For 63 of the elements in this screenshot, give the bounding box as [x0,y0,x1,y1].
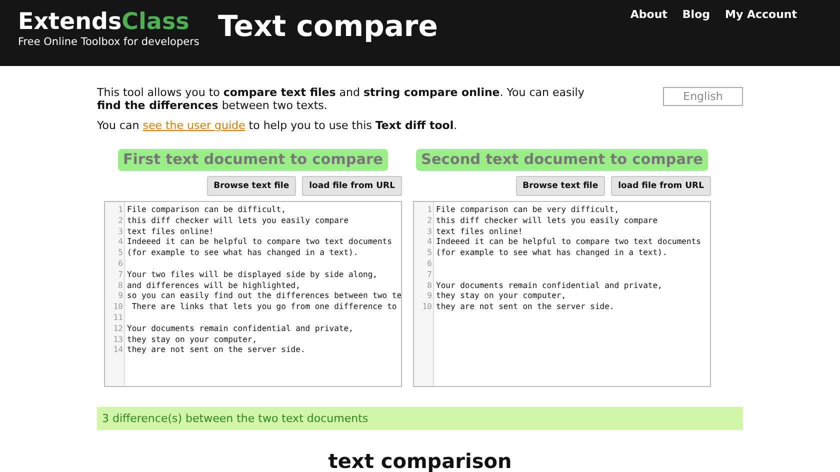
code-line: this diff checker will lets you easily compare [436,216,659,227]
line-number: 2 [426,216,433,227]
line-number: 5 [426,248,433,259]
result-banner: 3 difference(s) between the two text documents [97,407,743,430]
code-line: Indeeed it can be helpful to compare two text documents [127,237,393,248]
line-number: 9 [117,291,124,302]
language-select[interactable]: English [663,87,743,106]
code-line: text files online! [436,226,524,238]
line-number: 7 [117,270,124,281]
code-line: (for example to see what has changed in a text). [127,248,360,259]
document-heading: First text document to compare [118,149,388,171]
tagline: Free Online Toolbox for developers [18,36,200,48]
intro-text: This tool allows you to compare text files and string compare online. You can easily find the differences between two texts. [97,86,586,112]
nav-link[interactable]: About [630,8,668,21]
line-number: 1 [117,205,124,216]
code-line: they are not sent on the server side. [436,302,616,313]
code-line: this diff checker will lets you easily compare [127,216,350,227]
text-editor[interactable] [104,201,402,387]
line-number: 14 [112,345,124,356]
code-line: they are not sent on the server side. [127,345,306,356]
code-line: File comparison can be very difficult, [436,205,620,216]
line-number: 12 [112,324,124,335]
line-number: 4 [117,237,124,248]
code-line: they stay on your computer, [436,291,568,302]
code-line: so you can easily find out the differences between two te [127,291,401,302]
document-heading: Second text document to compare [416,149,708,171]
browse-button[interactable]: Browse text file [206,176,296,196]
code-line: they stay on your computer, [127,334,258,346]
line-number: 4 [426,237,433,248]
line-number: 7 [426,270,433,281]
line-number: 8 [426,280,433,292]
guide-text: You can see the user guide to help you to use this Text diff tool. [97,119,458,132]
line-number: 8 [117,280,124,292]
line-number: 3 [117,226,124,238]
nav-link[interactable]: Blog [682,8,710,21]
code-line: Your documents remain confidential and private, [127,324,354,335]
code-line: (for example to see what has changed in a text). [436,248,668,259]
line-number: 2 [117,216,124,227]
nav-link[interactable]: My Account [725,8,797,21]
load-url-button[interactable]: load file from URL [302,176,402,196]
line-number: 3 [426,226,433,238]
load-url-button[interactable]: load file from URL [611,176,711,196]
code-line: text files online! [127,226,215,238]
line-number: 1 [426,205,433,216]
code-line: and differences will be highlighted, [127,280,302,292]
code-line: File comparison can be difficult, [127,205,287,216]
code-line: There are links that lets you go from one difference to [130,302,398,313]
line-number: 6 [117,258,124,270]
browse-button[interactable]: Browse text file [516,176,606,196]
line-number: 10 [112,302,124,313]
section-title: text comparison [327,449,513,472]
logo[interactable]: ExtendsClass [18,9,218,35]
line-number: 5 [117,248,124,259]
line-number: 11 [112,312,124,324]
code-line: Indeeed it can be helpful to compare two text documents [436,237,702,248]
code-line: Your documents remain confidential and private, [436,280,664,292]
text-editor[interactable] [413,201,711,387]
line-number: 6 [426,258,433,270]
page-title: Text compare [218,9,439,43]
line-number: 13 [112,334,124,346]
line-number: 10 [421,302,433,313]
line-number: 9 [426,291,433,302]
code-line: Your two files will be displayed side by side along, [127,270,378,281]
